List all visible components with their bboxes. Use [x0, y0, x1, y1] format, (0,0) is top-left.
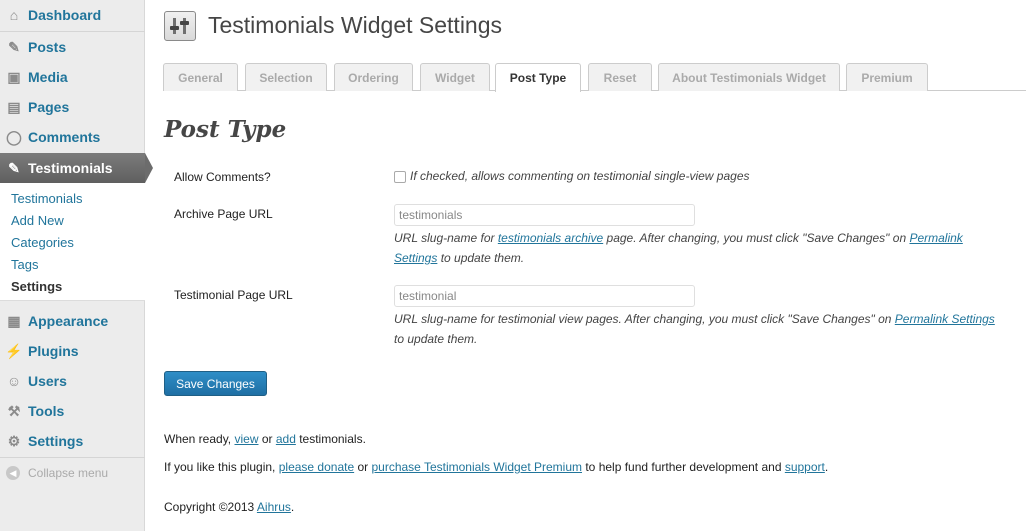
dashboard-icon: ⌂ [9, 7, 19, 23]
footer-text: or [354, 460, 372, 474]
permalink-settings-link[interactable]: Permalink Settings [895, 312, 995, 326]
section-title: Post Type [164, 116, 287, 143]
footer-ready-line: When ready, view or add testimonials. [164, 432, 366, 446]
submenu-item-settings[interactable]: Settings [11, 279, 62, 294]
aihrus-link[interactable]: Aihrus [257, 500, 291, 514]
archive-url-input[interactable] [394, 204, 695, 226]
desc-text: page. After changing, you must click "Sa… [603, 231, 910, 245]
tab-selection[interactable]: Selection [245, 63, 327, 91]
testimonial-url-label: Testimonial Page URL [174, 288, 293, 302]
menu-item-comments[interactable]: ◯ Comments [0, 122, 145, 152]
tab-reset[interactable]: Reset [588, 63, 652, 91]
menu-label: Users [28, 373, 67, 389]
footer-text: . [824, 460, 829, 474]
collapse-arrow-icon: ◀ [6, 466, 20, 480]
footer-text: . [290, 500, 295, 514]
menu-item-pages[interactable]: ▤ Pages [0, 92, 145, 122]
footer-text: Copyright ©2013 [164, 500, 257, 514]
submenu-item-add-new[interactable]: Add New [11, 213, 64, 228]
allow-comments-checkbox[interactable] [394, 171, 406, 183]
permalink-link[interactable]: Permalink [909, 231, 962, 245]
pin-icon: ✎ [8, 159, 20, 176]
archive-url-description: URL slug-name for testimonials archive p… [394, 228, 994, 268]
footer-text: testimonials. [295, 432, 366, 446]
testimonials-submenu: Testimonials Add New Categories Tags Set… [0, 183, 145, 301]
allow-comments-description: If checked, allows commenting on testimo… [410, 169, 750, 183]
settings-tabs: General Selection Ordering Widget Post T… [163, 63, 1026, 92]
testimonial-url-description: URL slug-name for testimonial view pages… [394, 309, 1014, 349]
menu-label: Dashboard [28, 7, 102, 23]
tab-premium[interactable]: Premium [846, 63, 928, 91]
media-icon: ▣ [7, 68, 21, 85]
page-title: Testimonials Widget Settings [208, 12, 503, 38]
submenu-item-categories[interactable]: Categories [11, 235, 74, 250]
menu-item-plugins[interactable]: ⚡ Plugins [0, 336, 145, 366]
testimonial-url-input[interactable] [394, 285, 695, 307]
menu-label: Settings [28, 433, 84, 449]
footer-text: to help fund further development and [582, 460, 785, 474]
menu-label: Plugins [28, 343, 79, 359]
footer-text: or [258, 432, 276, 446]
tab-about[interactable]: About Testimonials Widget [658, 63, 840, 91]
menu-item-settings[interactable]: ⚙ Settings [0, 426, 145, 456]
users-icon: ☺ [6, 373, 22, 389]
save-changes-button[interactable]: Save Changes [164, 371, 267, 396]
collapse-menu-button[interactable]: ◀ Collapse menu [6, 466, 108, 480]
plug-icon: ⚡ [5, 342, 23, 359]
menu-item-users[interactable]: ☺ Users [0, 366, 145, 396]
desc-text: URL slug-name for [394, 231, 498, 245]
permalink-settings-link[interactable]: Settings [394, 251, 437, 265]
pin-icon: ✎ [8, 38, 20, 55]
desc-text: to update them. [437, 251, 525, 265]
add-link[interactable]: add [276, 432, 296, 446]
desc-text: URL slug-name for testimonial view pages… [394, 312, 895, 326]
desc-text: to update them. [394, 332, 478, 346]
menu-label: Appearance [28, 313, 109, 329]
footer-copyright-line: Copyright ©2013 Aihrus. [164, 500, 294, 514]
comment-icon: ◯ [6, 128, 22, 145]
menu-item-posts[interactable]: ✎ Posts [0, 32, 145, 62]
footer-text: If you like this plugin, [164, 460, 279, 474]
menu-label: Pages [28, 99, 70, 115]
menu-item-appearance[interactable]: ▦ Appearance [0, 306, 145, 336]
tab-post-type[interactable]: Post Type [495, 63, 581, 92]
tab-general[interactable]: General [163, 63, 238, 91]
menu-divider [0, 457, 145, 458]
archive-url-label: Archive Page URL [174, 207, 273, 221]
submenu-item-tags[interactable]: Tags [11, 257, 38, 272]
admin-sidebar: ⌂ Dashboard ✎ Posts ▣ Media ▤ Pages ◯ Co… [0, 0, 153, 531]
menu-item-testimonials[interactable]: ✎ Testimonials [0, 153, 153, 183]
menu-label: Media [28, 69, 68, 85]
tab-ordering[interactable]: Ordering [334, 63, 413, 91]
settings-page-icon [164, 11, 196, 41]
purchase-premium-link[interactable]: purchase Testimonials Widget Premium [371, 460, 582, 474]
menu-item-tools[interactable]: ⚒ Tools [0, 396, 145, 426]
menu-label: Tools [28, 403, 65, 419]
donate-link[interactable]: please donate [279, 460, 354, 474]
collapse-label: Collapse menu [28, 466, 109, 480]
pages-icon: ▤ [7, 98, 21, 115]
menu-label: Posts [28, 39, 67, 55]
menu-label: Comments [28, 129, 101, 145]
footer-donate-line: If you like this plugin, please donate o… [164, 460, 828, 474]
testimonials-archive-link[interactable]: testimonials archive [498, 231, 603, 245]
footer-text: When ready, [164, 432, 235, 446]
tab-widget[interactable]: Widget [420, 63, 490, 91]
menu-item-dashboard[interactable]: ⌂ Dashboard [0, 0, 145, 30]
submenu-item-testimonials[interactable]: Testimonials [11, 191, 83, 206]
allow-comments-label: Allow Comments? [174, 170, 271, 184]
appearance-icon: ▦ [7, 312, 21, 329]
menu-item-media[interactable]: ▣ Media [0, 62, 145, 92]
settings-icon: ⚙ [7, 432, 21, 449]
menu-label: Testimonials [28, 160, 113, 176]
tools-icon: ⚒ [7, 402, 21, 419]
view-link[interactable]: view [234, 432, 258, 446]
support-link[interactable]: support [785, 460, 825, 474]
